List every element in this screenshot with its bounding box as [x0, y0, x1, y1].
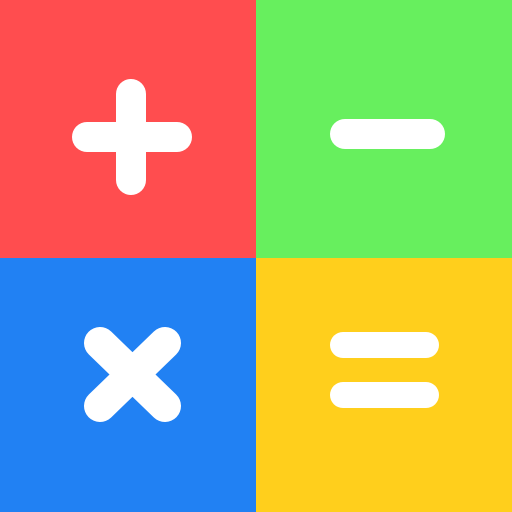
plus-tile — [0, 0, 256, 258]
multiply-tile — [0, 258, 256, 512]
equals-tile — [256, 258, 512, 512]
equals-icon — [330, 332, 439, 408]
minus-tile — [256, 0, 512, 258]
calculator-app-icon — [0, 0, 512, 512]
multiply-icon — [84, 327, 181, 422]
minus-icon — [330, 119, 445, 149]
plus-icon — [72, 79, 192, 195]
